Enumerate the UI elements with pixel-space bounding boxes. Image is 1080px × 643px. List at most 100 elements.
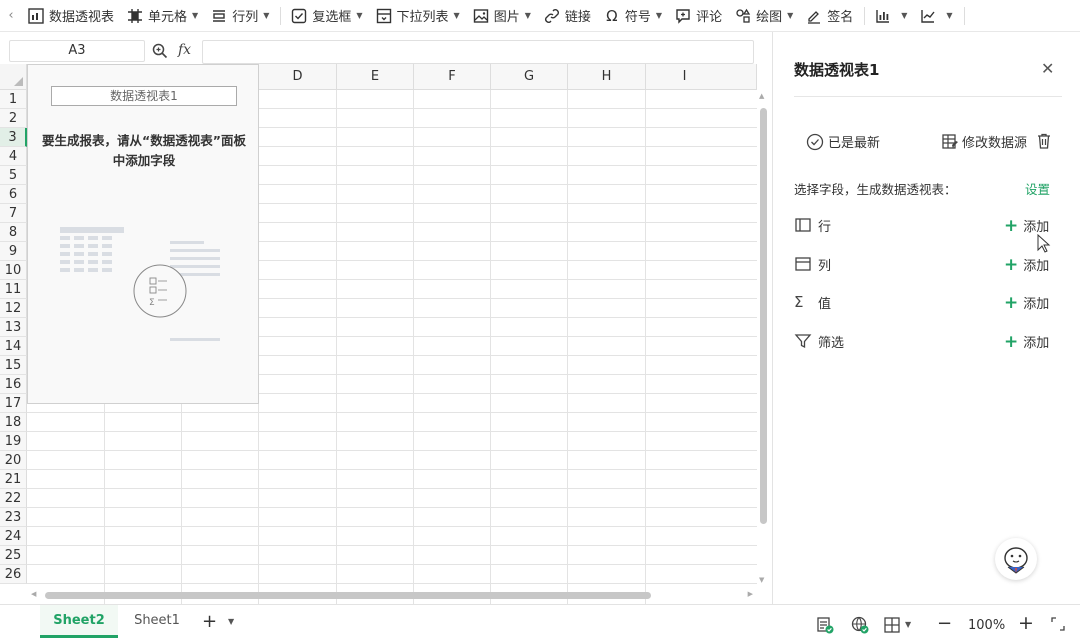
row-header[interactable]: 4 — [0, 147, 27, 166]
assistant-mascot-button[interactable] — [995, 538, 1037, 580]
pivot-table-placeholder[interactable]: 数据透视表1 要生成报表，请从“数据透视表”面板中添加字段 Σ — [27, 64, 259, 404]
signature-button[interactable]: 签名 — [800, 3, 858, 29]
trash-icon[interactable] — [1035, 132, 1053, 150]
globe-check-icon[interactable] — [850, 615, 870, 635]
row-header[interactable]: 22 — [0, 489, 27, 508]
row-header[interactable]: 14 — [0, 337, 27, 356]
scroll-left-icon[interactable]: ◀ — [31, 590, 36, 598]
column-header-d[interactable]: D — [259, 64, 337, 90]
column-header-i[interactable]: I — [646, 64, 757, 90]
chevron-down-icon: ▼ — [901, 11, 908, 20]
add-column-field-button[interactable]: + 添加 — [1004, 255, 1049, 274]
fullscreen-icon[interactable] — [1051, 617, 1065, 631]
row-header[interactable]: 2 — [0, 109, 27, 128]
row-col-button[interactable]: 行列 ▼ — [205, 3, 274, 29]
add-row-field-button[interactable]: + 添加 — [1004, 216, 1049, 235]
checkbox-label: 复选框 — [312, 10, 352, 25]
sheet-tab-sheet1[interactable]: Sheet1 — [118, 605, 196, 638]
row-header[interactable]: 9 — [0, 242, 27, 261]
row-header[interactable]: 20 — [0, 451, 27, 470]
horizontal-scroll-thumb[interactable] — [45, 592, 651, 599]
row-gridline — [27, 450, 757, 451]
row-header[interactable]: 7 — [0, 204, 27, 223]
row-header[interactable]: 5 — [0, 166, 27, 185]
image-label: 图片 — [493, 10, 520, 25]
row-header[interactable]: 11 — [0, 280, 27, 299]
dropdown-list-button[interactable]: 下拉列表 ▼ — [370, 3, 465, 29]
column-header-g[interactable]: G — [491, 64, 568, 90]
column-area-icon — [795, 257, 811, 271]
vertical-scrollbar[interactable]: ▲ ▼ — [756, 90, 772, 586]
scroll-right-icon[interactable]: ▶ — [748, 590, 753, 598]
toolbar-scroll-left-icon[interactable]: ‹ — [0, 8, 22, 23]
row-header[interactable]: 19 — [0, 432, 27, 451]
zoom-in-icon[interactable]: + — [1018, 612, 1034, 634]
function-icon[interactable]: fx — [178, 42, 191, 58]
add-sheet-icon[interactable]: + — [202, 611, 217, 632]
row-header[interactable]: 3 — [0, 128, 27, 147]
row-header[interactable]: 8 — [0, 223, 27, 242]
search-icon[interactable] — [151, 42, 169, 60]
add-label: 添加 — [1023, 336, 1050, 351]
row-header[interactable]: 21 — [0, 470, 27, 489]
checkbox-button[interactable]: 复选框 ▼ — [285, 3, 367, 29]
line-chart-icon — [921, 9, 935, 23]
zoom-level[interactable]: 100% — [968, 618, 1005, 633]
row-header[interactable]: 6 — [0, 185, 27, 204]
bar-chart-button[interactable]: ▼ — [869, 3, 912, 29]
link-button[interactable]: 链接 — [538, 3, 596, 29]
link-label: 链接 — [564, 10, 591, 25]
row-header[interactable]: 12 — [0, 299, 27, 318]
image-button[interactable]: 图片 ▼ — [467, 3, 536, 29]
bar-chart-icon — [876, 9, 890, 23]
vertical-scroll-thumb[interactable] — [760, 108, 767, 524]
select-all-corner[interactable] — [0, 64, 27, 90]
plus-icon: + — [1004, 292, 1019, 313]
row-header[interactable]: 1 — [0, 90, 27, 109]
modify-data-source-button[interactable]: 修改数据源 — [941, 132, 1027, 151]
row-header[interactable]: 13 — [0, 318, 27, 337]
row-header[interactable]: 24 — [0, 527, 27, 546]
scroll-up-icon[interactable]: ▲ — [759, 92, 764, 100]
refresh-status-button[interactable]: 已是最新 — [806, 132, 880, 151]
settings-link[interactable]: 设置 — [1025, 179, 1050, 198]
sheet-tab-sheet2[interactable]: Sheet2 — [40, 605, 118, 638]
chevron-down-icon: ▼ — [263, 11, 270, 20]
field-label: 行 — [818, 220, 832, 235]
formula-input[interactable] — [202, 40, 754, 64]
comment-button[interactable]: 评论 — [669, 3, 727, 29]
row-header[interactable]: 16 — [0, 375, 27, 394]
chevron-down-icon: ▼ — [356, 11, 363, 20]
horizontal-scrollbar[interactable]: ◀ ▶ — [27, 588, 757, 604]
chevron-down-icon[interactable]: ▼ — [905, 620, 911, 629]
freeze-pane-icon[interactable] — [882, 615, 902, 635]
zoom-out-icon[interactable]: − — [937, 613, 952, 634]
row-header[interactable]: 23 — [0, 508, 27, 527]
row-gridline — [27, 488, 757, 489]
dropdown-list-icon — [376, 8, 391, 23]
pivot-table-title[interactable]: 数据透视表1 — [51, 86, 237, 106]
scroll-down-icon[interactable]: ▼ — [759, 576, 764, 584]
close-icon[interactable]: ✕ — [1041, 59, 1054, 78]
chevron-down-icon: ▼ — [192, 11, 199, 20]
column-header-e[interactable]: E — [337, 64, 414, 90]
pivot-table-button[interactable]: 数据透视表 — [22, 3, 119, 29]
row-header[interactable]: 25 — [0, 546, 27, 565]
row-header[interactable]: 15 — [0, 356, 27, 375]
field-row-columns: 列 + 添加 — [794, 253, 1062, 275]
add-filter-field-button[interactable]: + 添加 — [1004, 332, 1049, 351]
drawing-button[interactable]: 绘图 ▼ — [729, 3, 798, 29]
column-header-f[interactable]: F — [414, 64, 491, 90]
add-value-field-button[interactable]: + 添加 — [1004, 293, 1049, 312]
row-header[interactable]: 10 — [0, 261, 27, 280]
cell-reference-box[interactable]: A3 — [9, 40, 145, 62]
line-chart-button[interactable]: ▼ — [914, 3, 957, 29]
cell-button[interactable]: 单元格 ▼ — [121, 3, 203, 29]
chevron-down-icon[interactable]: ▼ — [228, 617, 234, 626]
column-header-h[interactable]: H — [568, 64, 646, 90]
symbol-button[interactable]: Ω 符号 ▼ — [598, 3, 667, 29]
row-header[interactable]: 17 — [0, 394, 27, 413]
sheet-protect-icon[interactable] — [815, 615, 835, 635]
row-header[interactable]: 18 — [0, 413, 27, 432]
row-header[interactable]: 26 — [0, 565, 27, 584]
